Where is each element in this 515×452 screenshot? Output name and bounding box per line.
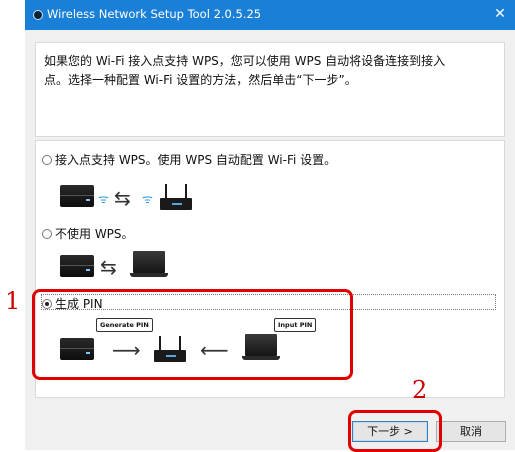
router-icon — [160, 184, 192, 210]
window-title: Wireless Network Setup Tool 2.0.5.25 — [47, 7, 262, 21]
intro-line-2: 点。选择一种配置 Wi-Fi 设置的方法，然后单击“下一步”。 — [44, 73, 357, 87]
step-2-label: 2 — [412, 376, 428, 404]
option-wps-label: 接入点支持 WPS。使用 WPS 自动配置 Wi-Fi 设置。 — [55, 153, 337, 167]
intro-panel: 如果您的 Wi-Fi 接入点支持 WPS，您可以使用 WPS 自动将设备连接到接… — [35, 42, 505, 137]
swap-arrows-icon: ⇆ — [100, 255, 117, 279]
close-icon[interactable]: ✕ — [491, 4, 509, 24]
wifi-icon: ᯤ — [98, 192, 109, 206]
intro-line-1: 如果您的 Wi-Fi 接入点支持 WPS，您可以使用 WPS 自动将设备连接到接… — [44, 54, 446, 68]
laptop-icon — [130, 251, 168, 279]
highlight-frame-step1 — [32, 289, 353, 380]
option-wps[interactable]: 接入点支持 WPS。使用 WPS 自动配置 Wi-Fi 设置。 — [42, 151, 336, 168]
cancel-button[interactable]: 取消 — [436, 421, 506, 442]
option-no-wps-label: 不使用 WPS。 — [55, 227, 134, 241]
highlight-frame-step2 — [348, 410, 442, 452]
printer-icon — [60, 255, 94, 277]
printer-icon — [60, 185, 94, 207]
app-icon — [33, 10, 43, 20]
title-bar: Wireless Network Setup Tool 2.0.5.25 ✕ — [25, 0, 515, 30]
radio-no-wps[interactable] — [42, 229, 52, 239]
intro-text: 如果您的 Wi-Fi 接入点支持 WPS，您可以使用 WPS 自动将设备连接到接… — [44, 52, 494, 90]
setup-dialog: Wireless Network Setup Tool 2.0.5.25 ✕ 如… — [25, 0, 515, 450]
option-no-wps[interactable]: 不使用 WPS。 — [42, 225, 134, 242]
wifi-icon: ᯤ — [142, 192, 153, 206]
swap-arrows-icon: ⇆ — [114, 186, 131, 210]
step-1-label: 1 — [5, 287, 21, 315]
radio-wps[interactable] — [42, 155, 52, 165]
